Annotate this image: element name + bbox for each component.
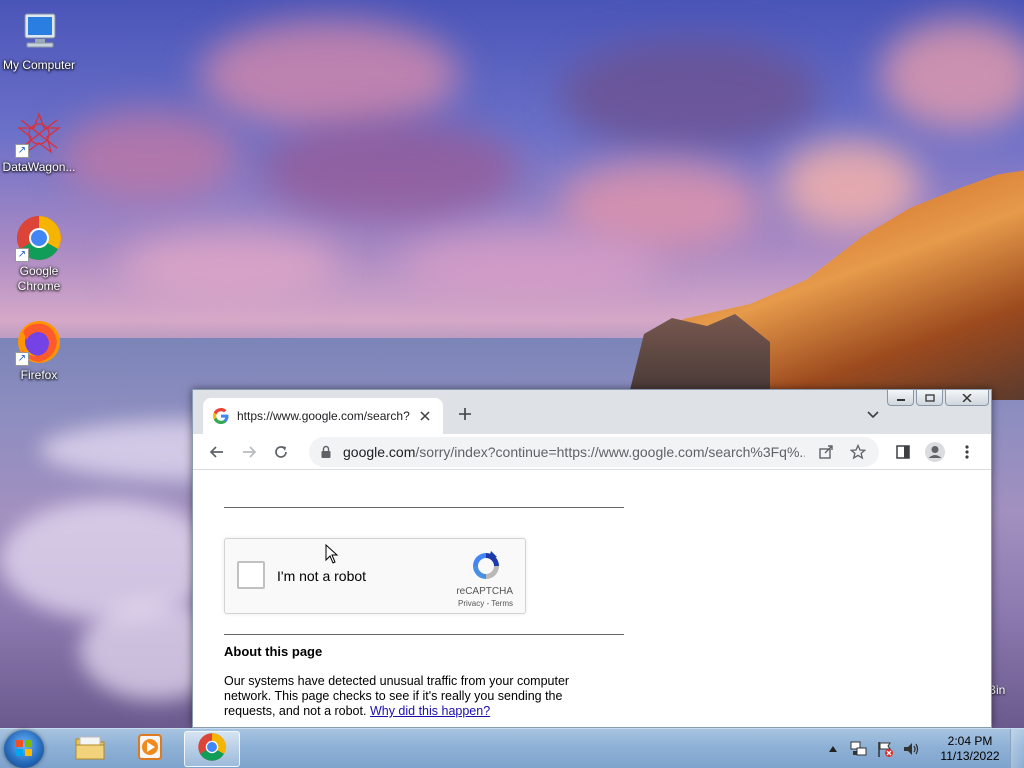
desktop-icon-label: My Computer [2,58,76,72]
system-tray: 2:04 PM 11/13/2022 [820,729,1024,768]
address-bar[interactable]: google.com/sorry/index?continue=https://… [309,437,879,467]
volume-icon[interactable] [901,739,921,759]
network-icon[interactable] [849,739,869,759]
back-button[interactable] [201,436,233,468]
taskbar-chrome[interactable] [184,731,240,767]
url-host: google.com [343,444,416,460]
taskbar-clock[interactable]: 2:04 PM 11/13/2022 [930,734,1010,764]
recaptcha-checkbox[interactable] [237,561,265,589]
tab-google-search[interactable]: https://www.google.com/search? [203,398,443,434]
tab-search-chevron-icon[interactable] [865,406,881,422]
tab-strip: https://www.google.com/search? [193,390,991,434]
firefox-icon: ↗ [15,318,63,366]
maximize-button[interactable] [916,390,943,406]
about-paragraph: Our systems have detected unusual traffi… [224,674,604,719]
clock-time: 2:04 PM [947,734,993,748]
desktop-icon-my-computer[interactable]: My Computer [0,8,78,73]
recaptcha-privacy-link[interactable]: Privacy [458,599,484,608]
chrome-icon [197,732,227,767]
desktop-icon-label: Firefox [20,368,58,382]
folder-icon [74,733,106,766]
divider-top [224,507,624,508]
chrome-icon: ↗ [15,214,63,262]
recaptcha-label: I'm not a robot [277,568,367,584]
profile-avatar-icon[interactable] [919,436,951,468]
taskbar-media-player[interactable] [122,731,178,767]
lock-icon[interactable] [319,445,333,459]
start-button[interactable] [4,730,44,768]
side-panel-icon[interactable] [887,436,919,468]
taskbar: 2:04 PM 11/13/2022 [0,728,1024,768]
about-heading: About this page [224,644,323,659]
action-center-flag-icon[interactable] [875,739,895,759]
mouse-cursor-icon [325,543,339,564]
address-url: google.com/sorry/index?continue=https://… [343,444,805,460]
taskbar-file-explorer[interactable] [62,731,118,767]
recaptcha-links: Privacy - Terms [458,599,513,608]
recaptcha-widget: I'm not a robot reCAPTCHA Privacy - Term… [224,538,526,614]
chrome-window: https://www.google.com/search? google.co… [192,389,992,728]
url-path: /sorry/index?continue=https://www.google… [415,444,805,460]
media-player-icon [135,732,165,767]
show-desktop-button[interactable] [1010,729,1024,768]
desktop-icon-label: Google Chrome [17,264,61,293]
desktop-icon-label: DataWagon... [2,160,76,174]
window-controls [887,390,989,406]
clock-date: 11/13/2022 [940,749,1000,763]
forward-button[interactable] [233,436,265,468]
reload-button[interactable] [265,436,297,468]
bookmark-star-icon[interactable] [847,441,869,463]
desktop-icon-datawagon[interactable]: ↗ DataWagon... [0,110,78,175]
recaptcha-logo-icon [469,549,503,583]
minimize-button[interactable] [887,390,914,406]
close-tab-icon[interactable] [417,408,433,424]
more-menu-icon[interactable] [951,436,983,468]
share-icon[interactable] [815,441,837,463]
google-favicon [213,408,229,424]
new-tab-button[interactable] [455,404,475,424]
why-did-this-happen-link[interactable]: Why did this happen? [370,704,490,718]
divider-bottom [224,634,624,635]
browser-toolbar: google.com/sorry/index?continue=https://… [193,434,991,470]
show-hidden-icons-arrow[interactable] [823,739,843,759]
tab-title: https://www.google.com/search? [237,409,410,423]
recaptcha-brand: reCAPTCHA [456,586,513,597]
desktop-icon-firefox[interactable]: ↗ Firefox [0,318,78,383]
page-content: I'm not a robot reCAPTCHA Privacy - Term… [193,471,991,727]
toolbar-right-actions [887,436,983,468]
recaptcha-terms-link[interactable]: Terms [491,599,513,608]
desktop-icon-chrome[interactable]: ↗ Google Chrome [0,214,78,294]
close-window-button[interactable] [945,390,989,406]
datawagon-icon: ↗ [15,110,63,158]
computer-icon [15,8,63,56]
